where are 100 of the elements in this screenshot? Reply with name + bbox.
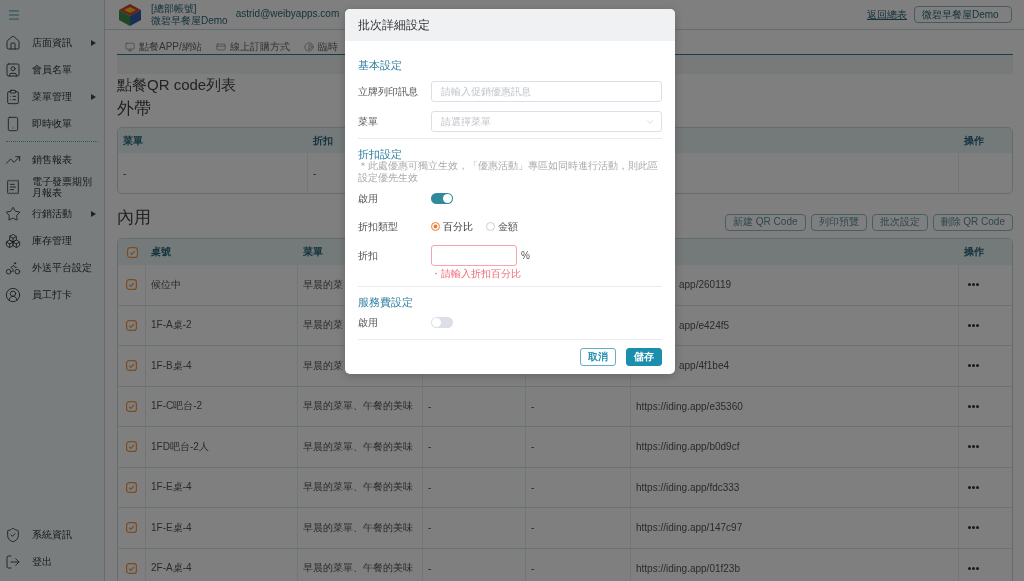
logo-icon xyxy=(118,3,142,26)
checkbox[interactable] xyxy=(126,562,137,574)
table-cell: 候位中 xyxy=(151,277,181,292)
table-cell: - xyxy=(428,522,432,534)
star-icon xyxy=(5,205,21,222)
card-icon xyxy=(215,42,226,52)
field-label: 折扣類型 xyxy=(358,219,398,234)
table-cell: 早晨的菜單、午餐的美味 xyxy=(303,520,413,535)
column-header: 桌號 xyxy=(151,245,171,259)
field-label: 菜單 xyxy=(358,114,378,129)
tab[interactable]: 臨時 xyxy=(299,40,342,54)
back-link[interactable]: 返回總表 xyxy=(867,7,907,22)
action-button[interactable]: 批次設定 xyxy=(871,213,928,231)
table-cell: 早晨的菜 xyxy=(303,318,343,333)
action-button[interactable]: 列印預覽 xyxy=(810,213,867,231)
more-icon[interactable] xyxy=(968,364,979,368)
column-header: 菜單 xyxy=(123,133,143,148)
more-icon[interactable] xyxy=(968,526,979,530)
table-cell: - xyxy=(123,167,127,179)
checkbox[interactable] xyxy=(126,319,137,331)
toggle-switch[interactable] xyxy=(431,193,453,204)
section-note: ＊此處優惠可獨立生效，「優惠活動」專區如同時進行活動，則此區設定優先生效 xyxy=(358,160,659,184)
column-header: 菜單 xyxy=(303,245,323,259)
sidebar-item[interactable]: 電子發票期別月報表 xyxy=(0,173,104,200)
table-cell: 早晨的菜 xyxy=(303,358,343,373)
radio-option[interactable]: 金額 xyxy=(486,219,518,234)
monitor-icon xyxy=(125,42,135,52)
table-cell: https://iding.app/01f23b xyxy=(636,562,740,574)
table-cell: https://iding.app/147c97 xyxy=(636,522,743,534)
sidebar-item[interactable]: 系統資訊 xyxy=(0,521,104,548)
sidebar-item[interactable]: 即時收單 xyxy=(0,110,104,137)
boxes-icon xyxy=(5,232,21,249)
house-icon xyxy=(5,34,21,51)
cancel-button[interactable]: 取消 xyxy=(580,348,616,366)
save-button[interactable]: 儲存 xyxy=(626,348,662,366)
table-cell: 早晨的菜單、午餐的美味 xyxy=(303,439,413,454)
sidebar-item[interactable]: 庫存管理 xyxy=(0,227,104,254)
radio-option[interactable]: 百分比 xyxy=(431,219,473,234)
sidebar-item[interactable]: 外送平台設定 xyxy=(0,254,104,281)
more-icon[interactable] xyxy=(968,485,979,489)
checkbox[interactable] xyxy=(126,246,138,258)
page-title: 點餐QR code列表 xyxy=(117,75,237,95)
more-icon[interactable] xyxy=(968,566,979,570)
action-button[interactable]: 新建 QR Code xyxy=(725,213,806,231)
sidebar-item[interactable]: 銷售報表 xyxy=(0,146,104,173)
more-icon[interactable] xyxy=(968,323,979,327)
table-cell: - xyxy=(531,562,535,574)
clipboard-icon xyxy=(5,88,21,105)
table-cell: https://iding.app/b0d9cf xyxy=(636,441,740,453)
section-title: 外帶 xyxy=(117,98,151,120)
more-icon[interactable] xyxy=(968,404,979,408)
half-circle-icon xyxy=(303,42,314,52)
field-label: 折扣 xyxy=(358,248,378,263)
table-cell: 早晨的菜單、午餐的美味 xyxy=(303,399,413,414)
action-button[interactable]: 刪除 QR Code xyxy=(932,213,1013,231)
table-cell: 1F-E桌-4 xyxy=(151,520,192,535)
tab[interactable]: 點餐APP/網站 xyxy=(121,40,206,54)
number-field[interactable] xyxy=(431,245,517,266)
user-card-icon xyxy=(5,61,21,78)
checkbox[interactable] xyxy=(126,441,137,453)
store-select[interactable]: 微碧早餐屋Demo xyxy=(914,6,1012,23)
checkbox[interactable] xyxy=(126,400,137,412)
sidebar-item[interactable]: 登出 xyxy=(0,548,104,575)
toggle-switch[interactable] xyxy=(431,317,453,328)
sidebar-item[interactable]: 行銷活動 xyxy=(0,200,104,227)
table-cell: 早晨的菜 xyxy=(303,277,343,292)
error-message: ・請輸入折扣百分比 xyxy=(431,268,521,280)
table-cell: - xyxy=(531,522,535,534)
table-cell: - xyxy=(313,167,317,179)
sidebar-item[interactable]: 菜單管理 xyxy=(0,83,104,110)
column-header: 操作 xyxy=(964,245,984,259)
more-icon[interactable] xyxy=(968,445,979,449)
sidebar-item[interactable]: 店面資訊 xyxy=(0,29,104,56)
section-heading: 基本設定 xyxy=(358,59,402,71)
table-cell: - xyxy=(531,481,535,493)
store-name: 微碧早餐屋Demo xyxy=(151,14,228,27)
checkbox[interactable] xyxy=(126,279,137,291)
checkbox[interactable] xyxy=(126,481,137,493)
checkbox[interactable] xyxy=(126,522,137,534)
table-cell: 1F-A桌-2 xyxy=(151,318,192,333)
user-email: astrid@weibyapps.com xyxy=(235,7,340,19)
field-label: 立牌列印訊息 xyxy=(358,84,418,99)
field-label: 啟用 xyxy=(358,191,378,206)
checkbox[interactable] xyxy=(126,360,137,372)
table-cell: https://iding.app/fdc333 xyxy=(636,481,740,493)
receipt-icon xyxy=(5,178,21,195)
table-cell: 1F-B桌-4 xyxy=(151,358,192,373)
more-icon[interactable] xyxy=(968,283,979,287)
table-cell: 早晨的菜單、午餐的美味 xyxy=(303,561,413,576)
dialog-title: 批次詳細設定 xyxy=(358,16,430,34)
table-cell: - xyxy=(428,441,432,453)
account-label: [總部帳號] xyxy=(151,2,197,15)
menu-icon[interactable] xyxy=(7,7,21,22)
sidebar-item[interactable]: 會員名單 xyxy=(0,56,104,83)
table-cell: app/260119 xyxy=(679,279,732,291)
sidebar-item[interactable]: 員工打卡 xyxy=(0,281,104,308)
section-title: 內用 xyxy=(117,207,151,229)
section-heading: 折扣設定 xyxy=(358,148,402,160)
table-cell: app/e424f5 xyxy=(679,319,730,331)
table-cell: 1F-E桌-4 xyxy=(151,480,192,495)
